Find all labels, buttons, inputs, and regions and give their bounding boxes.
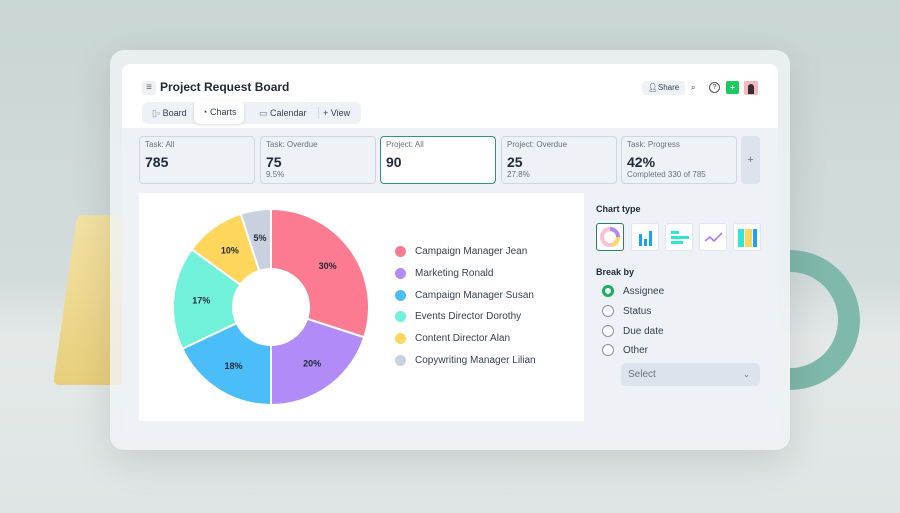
search-icon[interactable]: ⌕ [691,81,695,95]
stat-project-all[interactable]: Project: All 90 [380,136,496,184]
other-select[interactable]: Select ⌄ [621,363,760,386]
legend-item[interactable]: Campaign Manager Susan [395,289,534,301]
horizontal-bar-icon [671,231,689,244]
slice-label: 17% [192,295,210,305]
break-by-heading: Break by [596,267,635,277]
stat-task-overdue[interactable]: Task: Overdue 75 9.5% [260,136,376,184]
view-tabs: ▯▫ Board ◔ Charts ▭ Calendar + View [142,100,361,124]
donut-chart-icon [600,227,620,247]
radio-checked-icon [602,285,614,297]
user-icon: 👤︎ [647,83,658,92]
radio-icon [602,325,614,337]
background-shape [790,250,860,390]
radio-icon [602,305,614,317]
share-button[interactable]: 👤︎Share [642,81,685,95]
legend-swatch [395,311,406,323]
chart-type-horizontal-bar[interactable] [665,223,693,251]
radio-due-date[interactable]: Due date [602,325,664,337]
board-icon: ▯▫ [152,108,163,118]
help-icon[interactable]: ? [709,82,720,93]
menu-icon[interactable]: ≡ [142,81,156,95]
legend-item[interactable]: Content Director Alan [395,333,511,345]
legend-item[interactable]: Events Director Dorothy [395,311,522,323]
legend-item[interactable]: Marketing Ronald [395,267,494,279]
radio-status[interactable]: Status [602,305,651,317]
radio-icon [602,344,614,356]
plus-icon: + [323,108,331,118]
legend-label: Marketing Ronald [415,267,494,279]
bar-chart-icon [639,231,652,246]
slice-label: 5% [254,233,267,243]
avatar[interactable] [744,81,758,95]
legend-item[interactable]: Copywriting Manager Lilian [395,355,536,366]
chart-settings: Chart type Break by Assignee Status Due … [596,204,761,386]
slice-label: 10% [221,245,239,255]
stat-task-progress[interactable]: Task: Progress 42% Completed 330 of 785 [621,136,737,184]
donut-slice[interactable] [270,207,370,339]
radio-other[interactable]: Other [602,344,648,356]
tab-board[interactable]: ▯▫ Board [148,102,191,124]
donut-chart: 30% 20% 18% 17% 10% 5% [172,207,370,407]
tab-calendar[interactable]: ▭ Calendar [255,102,311,124]
legend-swatch [395,355,406,366]
treemap-icon [738,229,757,247]
chart-type-line[interactable] [699,223,727,251]
line-chart-icon [704,232,723,243]
tab-add-view[interactable]: + View [318,107,354,119]
legend-label: Campaign Manager Susan [415,289,534,301]
add-stat-button[interactable]: + [741,136,760,184]
calendar-icon: ▭ [259,108,271,118]
chevron-down-icon: ⌄ [743,370,750,379]
chart-type-treemap[interactable] [733,223,761,251]
stat-project-overdue[interactable]: Project: Overdue 25 27.8% [501,136,617,184]
legend-swatch [395,289,406,301]
legend-label: Copywriting Manager Lilian [415,355,536,366]
legend-swatch [395,333,406,345]
slice-label: 30% [319,261,337,271]
chart-type-donut[interactable] [596,223,624,251]
legend-label: Events Director Dorothy [415,311,522,323]
legend-item[interactable]: Campaign Manager Jean [395,246,527,257]
tab-charts[interactable]: ◔ Charts [194,100,245,124]
chart-type-bar[interactable] [631,223,659,251]
stat-task-all[interactable]: Task: All 785 [139,136,255,184]
pie-chart-icon: ◔ [202,107,210,117]
legend-label: Content Director Alan [415,333,511,345]
slice-label: 18% [224,361,242,371]
legend-swatch [395,246,406,257]
page-title: Project Request Board [160,80,290,94]
add-button[interactable]: + [726,81,739,94]
app-window: ≡ Project Request Board ▯▫ Board ◔ Chart… [122,64,778,438]
chart-type-heading: Chart type [596,204,641,214]
chart-panel: 30% 20% 18% 17% 10% 5% Campaign Manager Jean M… [139,193,584,421]
legend-label: Campaign Manager Jean [415,246,528,257]
header: ≡ Project Request Board ▯▫ Board ◔ Chart… [122,64,778,128]
radio-assignee[interactable]: Assignee [602,285,664,297]
slice-label: 20% [303,359,321,369]
legend-swatch [395,267,406,279]
